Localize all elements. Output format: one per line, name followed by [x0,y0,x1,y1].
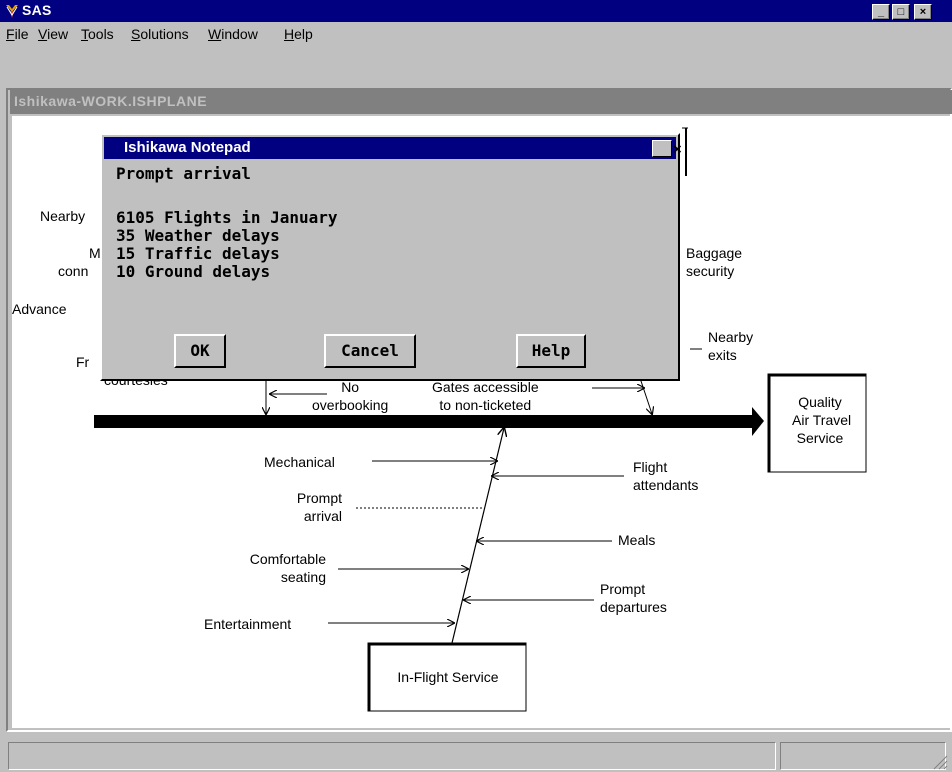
spine-arrowhead [752,407,764,436]
label-prompt-departures: Prompt departures [600,581,667,615]
menu-window-mnemonic: W [208,26,222,42]
app-title-bar[interactable]: SAS _ □ × [0,0,952,22]
menu-view-mnemonic: V [38,26,48,42]
menu-tools[interactable]: Tools [81,26,114,42]
resize-grip-icon[interactable] [930,754,948,770]
menu-file-rest: ile [14,26,29,42]
status-pane-main [8,742,776,770]
document-title-bar[interactable]: Ishikawa-WORK.ISHPLANE [10,90,952,114]
menu-tools-rest: ools [88,26,114,42]
menu-file[interactable]: File [6,26,29,42]
dialog-line-6: 10 Ground delays [116,262,271,281]
menu-window[interactable]: Window [208,26,258,42]
label-mechanical: Mechanical [264,454,335,470]
dialog-line-3: 6105 Flights in January [116,208,338,227]
label-flight-attendants: Flight attendants [633,459,699,493]
menu-tools-mnemonic: T [81,26,88,42]
dialog-line-4: 35 Weather delays [116,226,280,245]
close-button[interactable]: × [914,4,932,20]
dialog-close-button[interactable]: × [652,140,682,157]
close-icon: × [673,141,682,158]
label-no-overbooking: No overbooking [312,379,389,413]
label-nearby-exits: Nearby exits [708,329,754,363]
menu-solutions[interactable]: Solutions [131,26,189,42]
status-bar [0,738,952,772]
label-comfortable-seating: Comfortable seating [249,551,326,585]
dialog-line-1: Prompt arrival [116,164,251,183]
cancel-button[interactable]: Cancel [324,334,416,368]
menu-help-rest: elp [294,26,313,42]
ok-button[interactable]: OK [174,334,226,368]
label-entertainment: Entertainment [204,616,292,632]
label-gates-accessible: Gates accessible to non-ticketed [432,379,539,413]
menu-solutions-mnemonic: S [131,26,141,42]
main-spine [94,415,754,428]
dialog-title-bar[interactable]: Ishikawa Notepad × [104,137,682,159]
bottom-main-bone [451,428,504,644]
menu-view[interactable]: View [38,26,68,42]
menu-file-mnemonic: F [6,26,15,42]
menu-bar: File View Tools Solutions Window Help [0,22,952,46]
label-conn-partial: conn [58,263,89,279]
label-baggage-security: Baggage security [686,245,743,279]
dialog-line-5: 15 Traffic delays [116,244,280,263]
label-effect-quality: Quality Air Travel Service [792,394,852,446]
upper-bone-right [639,377,652,414]
label-in-flight-service: In-Flight Service [397,669,499,685]
menu-help[interactable]: Help [284,26,313,42]
status-pane-secondary [780,742,946,770]
label-advance-partial: Advance [12,301,67,317]
maximize-icon: □ [897,6,905,18]
menu-solutions-rest: olutions [140,26,189,42]
label-m-partial: M [89,245,101,261]
maximize-button[interactable]: □ [892,4,910,20]
close-icon: × [919,6,927,18]
minimize-icon: _ [877,6,885,18]
ishikawa-notepad-dialog: Ishikawa Notepad × Prompt arrival 6105 F… [100,133,682,381]
menu-view-rest: iew [47,26,69,42]
label-nearby-partial: Nearby [40,208,86,224]
sas-logo-icon [6,5,18,18]
dialog-title: Ishikawa Notepad [124,139,251,156]
label-prompt-arrival: Prompt arrival [296,490,342,524]
minimize-button[interactable]: _ [872,4,890,20]
label-fr-partial: Fr [76,354,90,370]
menu-window-rest: indow [221,26,258,42]
document-title: Ishikawa-WORK.ISHPLANE [14,93,208,109]
help-button[interactable]: Help [516,334,586,368]
menu-help-mnemonic: H [284,26,295,42]
app-title: SAS [22,2,52,18]
label-meals: Meals [618,532,656,548]
